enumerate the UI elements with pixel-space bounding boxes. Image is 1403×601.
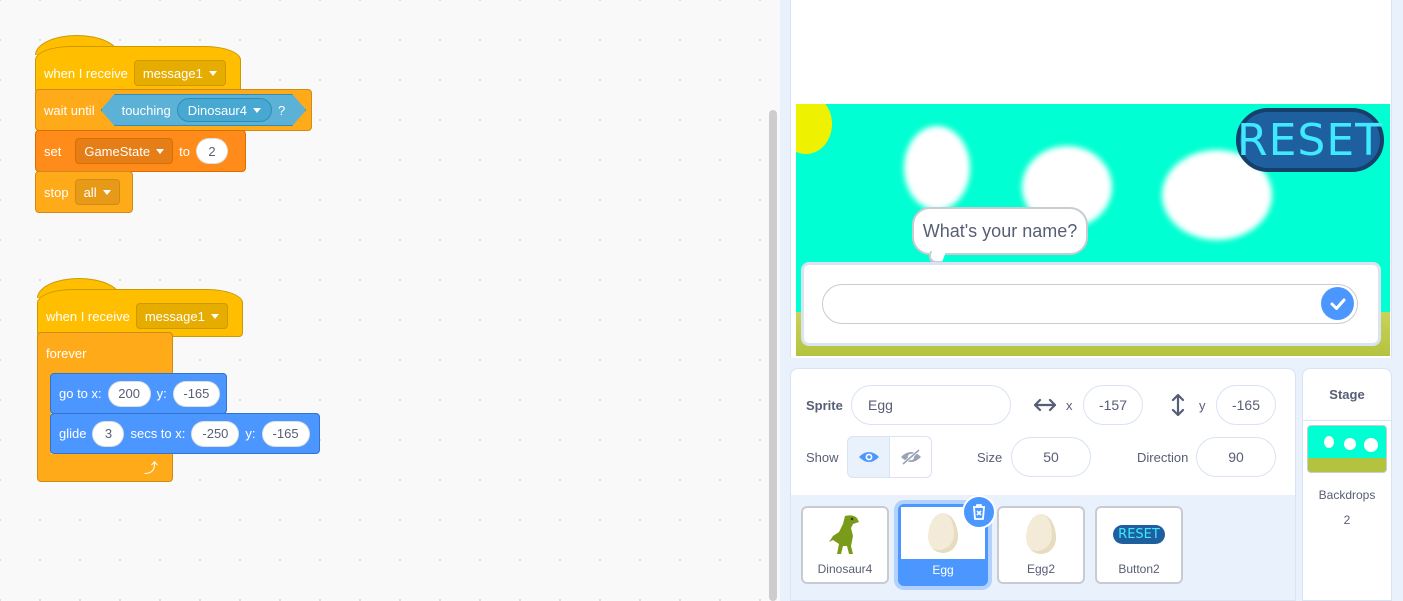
set-value-input[interactable]: 2 <box>195 138 228 164</box>
speech-bubble: What's your name? <box>912 207 1088 255</box>
target-value: Dinosaur4 <box>187 102 247 118</box>
direction-label: Direction <box>1137 450 1189 465</box>
show-visible-button[interactable] <box>847 436 890 478</box>
wait-until-block[interactable]: wait until touching Dinosaur4 ? <box>35 89 312 131</box>
cloud <box>904 126 970 210</box>
set-variable-block[interactable]: set GameState to 2 <box>35 130 246 172</box>
sprite-name-input[interactable] <box>851 385 1011 425</box>
vertical-arrows-icon <box>1171 394 1185 416</box>
when-i-receive-block[interactable]: when I receive message1 <box>37 289 243 337</box>
caret-icon <box>156 148 165 154</box>
y-input[interactable]: -165 <box>1216 385 1276 425</box>
code-area[interactable]: when I receive message1 wait until touch… <box>0 0 780 601</box>
show-label: Show <box>806 450 839 465</box>
caret-icon <box>208 70 217 76</box>
glide-block[interactable]: glide 3 secs to x: -250 y: -165 <box>50 413 320 454</box>
sprite-tile-dinosaur4[interactable]: Dinosaur4 <box>801 506 889 584</box>
thumb-ground <box>1308 458 1386 472</box>
block-label: when I receive <box>46 308 130 324</box>
reset-button-sprite[interactable]: RESET <box>1236 108 1384 172</box>
goto-x-input[interactable]: 200 <box>107 380 151 407</box>
submit-answer-button[interactable] <box>1321 287 1354 320</box>
message-dropdown[interactable]: message1 <box>133 60 226 86</box>
stage-target-pane[interactable]: Stage Backdrops 2 <box>1302 368 1392 601</box>
variable-value: GameState <box>84 143 151 159</box>
sprite-name: Egg <box>932 563 954 577</box>
size-label: Size <box>977 450 1003 465</box>
block-label: y: <box>156 386 167 401</box>
sprite-tile-button2[interactable]: RESET Button2 <box>1095 506 1183 584</box>
show-hidden-button[interactable] <box>889 436 932 478</box>
glide-x-input[interactable]: -250 <box>191 420 240 447</box>
message-value: message1 <box>142 65 203 81</box>
touching-block[interactable]: touching Dinosaur4 ? <box>101 94 307 126</box>
forever-mouth <box>37 372 51 456</box>
eye-icon <box>858 452 879 462</box>
delete-sprite-button[interactable] <box>962 495 996 529</box>
direction-input[interactable]: 90 <box>1196 437 1276 477</box>
dinosaur-icon <box>829 515 859 554</box>
block-label: touching <box>121 102 171 118</box>
egg-icon <box>928 513 958 553</box>
caret-icon <box>210 313 219 319</box>
sprite-tile-egg2[interactable]: Egg2 <box>997 506 1085 584</box>
block-label: forever <box>46 346 87 361</box>
go-to-xy-block[interactable]: go to x: 200 y: -165 <box>50 373 227 414</box>
message-dropdown[interactable]: message1 <box>135 303 228 329</box>
stage-title: Stage <box>1303 369 1391 421</box>
answer-input[interactable] <box>822 284 1358 324</box>
thumb-cloud <box>1344 438 1356 450</box>
block-label: wait until <box>44 102 95 118</box>
sprite-name: Egg2 <box>1026 562 1056 576</box>
forever-bottom[interactable]: ⤴ <box>37 454 173 482</box>
question-mark: ? <box>278 102 286 118</box>
block-label: set <box>44 143 62 159</box>
backdrops-count: 2 <box>1343 513 1351 527</box>
goto-y-input[interactable]: -165 <box>172 380 220 407</box>
caret-icon <box>102 189 111 195</box>
glide-secs-input[interactable]: 3 <box>92 420 125 447</box>
block-label: to <box>179 143 190 159</box>
eye-crossed-icon <box>900 448 921 466</box>
y-label: y <box>1199 398 1206 413</box>
block-label: stop <box>44 184 69 200</box>
touching-target-dropdown[interactable]: Dinosaur4 <box>177 98 272 122</box>
stop-value: all <box>83 184 97 200</box>
sprite-thumbnail <box>999 508 1083 560</box>
sprite-name: Button2 <box>1118 562 1160 576</box>
block-label: y: <box>245 426 256 441</box>
block-label: go to x: <box>59 386 102 401</box>
glide-y-input[interactable]: -165 <box>261 420 310 447</box>
trash-icon <box>973 504 985 520</box>
sprite-thumbnail: RESET <box>1097 508 1181 560</box>
backdrop-thumbnail[interactable] <box>1307 425 1387 473</box>
size-input[interactable]: 50 <box>1011 437 1091 477</box>
thumb-cloud <box>1364 438 1378 452</box>
x-input[interactable]: -157 <box>1083 385 1143 425</box>
reset-button-icon: RESET <box>1113 524 1165 544</box>
stop-option-dropdown[interactable]: all <box>74 179 120 205</box>
backdrops-label: Backdrops <box>1318 488 1376 502</box>
message-value: message1 <box>144 308 205 324</box>
sun <box>796 104 832 154</box>
block-label: when I receive <box>44 65 128 81</box>
caret-icon <box>253 108 261 113</box>
block-label: secs to x: <box>130 426 186 441</box>
sprite-thumbnail <box>803 508 887 560</box>
sprite-name: Dinosaur4 <box>817 562 873 576</box>
checkmark-icon <box>1330 298 1345 310</box>
x-label: x <box>1066 398 1073 413</box>
sprite-label: Sprite <box>806 398 843 413</box>
block-label: glide <box>59 426 87 441</box>
code-scrollbar[interactable] <box>769 110 777 601</box>
loop-arrow-icon: ⤴ <box>144 459 158 476</box>
stop-block[interactable]: stop all <box>35 171 133 213</box>
thumb-cloud <box>1324 436 1334 448</box>
variable-dropdown[interactable]: GameState <box>75 138 174 164</box>
horizontal-arrows-icon <box>1034 398 1056 412</box>
egg-icon <box>1026 514 1056 554</box>
forever-block[interactable]: forever <box>37 332 173 374</box>
when-i-receive-block[interactable]: when I receive message1 <box>35 46 241 94</box>
